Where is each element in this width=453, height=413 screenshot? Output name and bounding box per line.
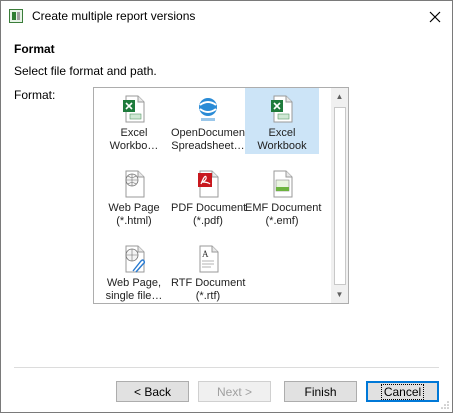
format-item-label: Excel Workbook [257,127,307,152]
format-item-emf[interactable]: EMF Document (*.emf) [245,166,322,232]
resize-grip-icon[interactable] [440,400,450,410]
footer-divider [14,367,439,368]
format-item-label: Web Page (*.html) [108,202,160,227]
format-label: Format: [14,88,56,102]
finish-button[interactable]: Finish [284,381,357,402]
format-item-rtf[interactable]: A RTF Document (*.rtf) [171,241,246,303]
format-item-excel-workbook-1[interactable]: Excel Workbo… [97,91,171,157]
page-heading: Format [14,42,55,56]
format-list[interactable]: ExcelWorkbo… OpenDocumentSpreadsheet… [93,87,349,304]
opendocument-icon [199,98,217,121]
format-item-label: EMF Document (*.emf) [245,202,322,227]
emf-icon [273,170,293,198]
svg-text:A: A [202,249,209,259]
format-item-label: OpenDocument Spreadsheet… [171,127,249,152]
web-page-icon [125,170,145,198]
title-bar[interactable]: Create multiple report versions [1,1,452,32]
window-title: Create multiple report versions [32,9,196,23]
format-item-excel-workbook[interactable]: Excel Workbook [245,88,319,154]
pdf-icon [198,170,219,198]
page-subheading: Select file format and path. [14,64,157,78]
close-icon [429,11,441,22]
app-icon [9,9,23,23]
scroll-up-button[interactable]: ▲ [331,88,348,105]
format-item-web-page[interactable]: Web Page (*.html) [97,166,171,232]
format-item-pdf[interactable]: PDF Document (*.pdf) [171,166,247,232]
excel-icon [123,95,145,123]
format-item-opendocument[interactable]: OpenDocument Spreadsheet… [171,91,249,157]
format-item-label: Web Page, single file… [105,277,163,302]
rtf-icon: A [199,245,219,273]
format-item-web-archive[interactable]: Web Page, single file… [97,241,171,303]
vertical-scrollbar[interactable]: ▲ ▼ [331,88,348,303]
back-button[interactable]: < Back [116,381,189,402]
scroll-thumb[interactable] [334,107,346,285]
close-button[interactable] [418,1,452,32]
next-button[interactable]: Next > [198,381,271,402]
format-item-label: RTF Document (*.rtf) [171,277,246,302]
dialog-window: Create multiple report versions Format S… [0,0,453,413]
cancel-button[interactable]: Cancel [366,381,439,402]
excel-icon [271,95,293,123]
format-item-label: PDF Document (*.pdf) [171,202,247,227]
format-item-label: Excel Workbo… [109,127,159,152]
web-archive-icon [125,245,145,273]
scroll-down-button[interactable]: ▼ [331,286,348,303]
